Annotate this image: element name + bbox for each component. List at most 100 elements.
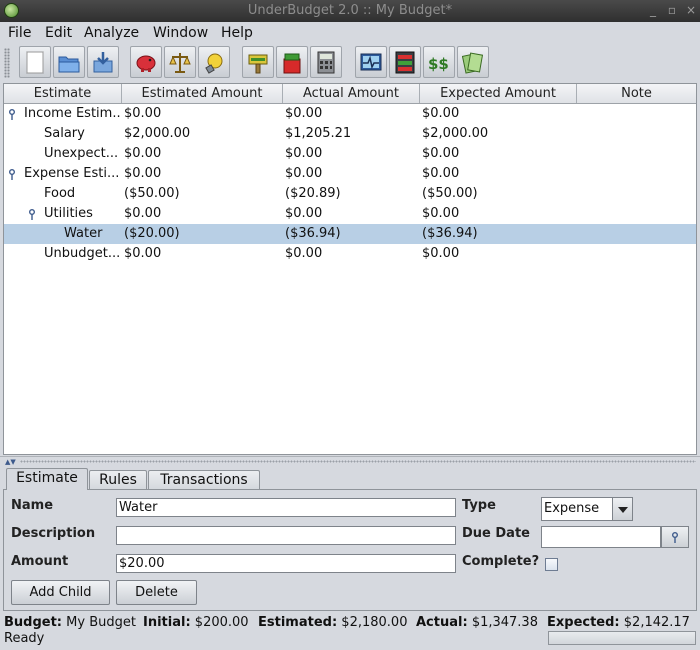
complete-checkbox[interactable] (545, 558, 558, 571)
date-picker-button[interactable] (661, 526, 689, 548)
menu-analyze[interactable]: Analyze (84, 25, 139, 41)
estimated-amount: $0.00 (124, 206, 162, 221)
expected-amount: $0.00 (422, 206, 460, 221)
status-bar: Budget: My Budget Initial: $200.00 Estim… (0, 613, 700, 650)
estimated-amount: $0.00 (124, 106, 162, 121)
estimate-name: Food (44, 186, 76, 201)
menu-edit[interactable]: Edit (45, 25, 72, 41)
actual-amount: $0.00 (285, 166, 323, 181)
close-button[interactable]: × (683, 3, 699, 18)
dollar-signs-icon: $$ (428, 55, 449, 73)
split-pane-divider[interactable]: ▲▼ (0, 456, 700, 466)
actual-status: Actual: $1,347.38 (416, 615, 538, 630)
collapse-toggle-icon[interactable] (8, 169, 16, 180)
estimated-status: Estimated: $2,180.00 (258, 615, 407, 630)
delete-button[interactable]: Delete (116, 580, 197, 605)
ready-status: Ready (4, 631, 45, 646)
table-row[interactable]: Expense Esti... $0.00 $0.00 $0.00 (4, 164, 696, 184)
estimated-label: Estimated: (258, 615, 338, 630)
actual-amount: ($36.94) (285, 226, 341, 241)
minimize-button[interactable]: _ (645, 3, 661, 18)
actual-amount: ($20.89) (285, 186, 341, 201)
actual-value: $1,347.38 (471, 615, 538, 630)
balance-scale-icon (169, 53, 191, 73)
estimate-name: Water (64, 226, 103, 241)
name-label: Name (11, 498, 54, 513)
expected-amount: ($36.94) (422, 226, 478, 241)
pulse-monitor-button[interactable] (355, 46, 387, 78)
estimated-amount: $2,000.00 (124, 126, 191, 141)
new-document-button[interactable] (19, 46, 51, 78)
estimate-tree-table[interactable]: Estimate Estimated Amount Actual Amount … (3, 83, 697, 455)
column-header-expected-amount[interactable]: Expected Amount (420, 84, 577, 103)
lightbulb-button[interactable] (198, 46, 230, 78)
money-stack-icon (462, 52, 484, 74)
shopping-bag-button[interactable] (276, 46, 308, 78)
amount-label: Amount (11, 554, 69, 569)
description-field[interactable] (116, 526, 456, 545)
meter-bars-button[interactable] (389, 46, 421, 78)
estimated-value: $2,180.00 (341, 615, 408, 630)
actual-amount: $1,205.21 (285, 126, 352, 141)
toolbar: $$ (0, 44, 700, 82)
actual-amount: $0.00 (285, 106, 323, 121)
actual-amount: $0.00 (285, 146, 323, 161)
name-field[interactable]: Water (116, 498, 456, 517)
actual-amount: $0.00 (285, 206, 323, 221)
sign-icon (248, 54, 268, 74)
money-stack-button[interactable] (457, 46, 489, 78)
balance-scale-button[interactable] (164, 46, 196, 78)
table-row[interactable]: Utilities $0.00 $0.00 $0.00 (4, 204, 696, 224)
due-date-field[interactable] (541, 526, 661, 548)
dollar-signs-button[interactable]: $$ (423, 46, 455, 78)
tab-rules[interactable]: Rules (89, 470, 147, 490)
expected-label: Expected: (547, 615, 620, 630)
toolbar-grip[interactable] (4, 48, 10, 78)
tab-transactions[interactable]: Transactions (148, 470, 260, 490)
menu-window[interactable]: Window (153, 25, 208, 41)
tab-estimate[interactable]: Estimate (6, 468, 88, 490)
table-row[interactable]: Unexpect... $0.00 $0.00 $0.00 (4, 144, 696, 164)
expected-amount: $0.00 (422, 166, 460, 181)
piggy-bank-button[interactable] (130, 46, 162, 78)
table-row[interactable]: Income Estim... $0.00 $0.00 $0.00 (4, 104, 696, 124)
type-select[interactable]: Expense (541, 497, 633, 521)
table-header: Estimate Estimated Amount Actual Amount … (4, 84, 696, 104)
add-child-button[interactable]: Add Child (11, 580, 110, 605)
estimate-name: Unexpect... (44, 146, 119, 161)
estimated-amount: $0.00 (124, 146, 162, 161)
column-header-estimate[interactable]: Estimate (4, 84, 122, 103)
due-date-label: Due Date (462, 526, 530, 541)
table-row[interactable]: Food ($50.00) ($20.89) ($50.00) (4, 184, 696, 204)
lightbulb-icon (205, 53, 223, 74)
column-header-note[interactable]: Note (577, 84, 696, 103)
menu-help[interactable]: Help (221, 25, 253, 41)
column-header-actual-amount[interactable]: Actual Amount (283, 84, 420, 103)
collapse-toggle-icon[interactable] (8, 109, 16, 120)
collapse-toggle-icon[interactable] (28, 209, 36, 220)
save-button[interactable] (87, 46, 119, 78)
expected-amount: $0.00 (422, 146, 460, 161)
expected-value: $2,142.17 (623, 615, 690, 630)
progress-bar (548, 631, 696, 645)
initial-value: $200.00 (194, 615, 249, 630)
split-arrows-icon[interactable]: ▲▼ (5, 458, 16, 466)
estimate-name: Unbudget... (44, 246, 120, 261)
table-row[interactable]: Salary $2,000.00 $1,205.21 $2,000.00 (4, 124, 696, 144)
open-button[interactable] (53, 46, 85, 78)
table-row-selected[interactable]: Water ($20.00) ($36.94) ($36.94) (4, 224, 696, 244)
actual-label: Actual: (416, 615, 468, 630)
budget-label: Budget: (4, 615, 63, 630)
expected-amount: $0.00 (422, 106, 460, 121)
column-header-estimated-amount[interactable]: Estimated Amount (122, 84, 283, 103)
amount-field[interactable]: $20.00 (116, 554, 456, 573)
table-row[interactable]: Unbudget... $0.00 $0.00 $0.00 (4, 244, 696, 264)
shopping-bag-icon (283, 53, 301, 74)
chevron-down-icon[interactable] (612, 498, 632, 520)
sign-button[interactable] (242, 46, 274, 78)
description-label: Description (11, 526, 96, 541)
estimate-panel: Name Water Description Amount $20.00 Typ… (3, 489, 697, 611)
maximize-button[interactable]: ▫ (664, 3, 680, 18)
menu-file[interactable]: File (8, 25, 31, 41)
calculator-button[interactable] (310, 46, 342, 78)
